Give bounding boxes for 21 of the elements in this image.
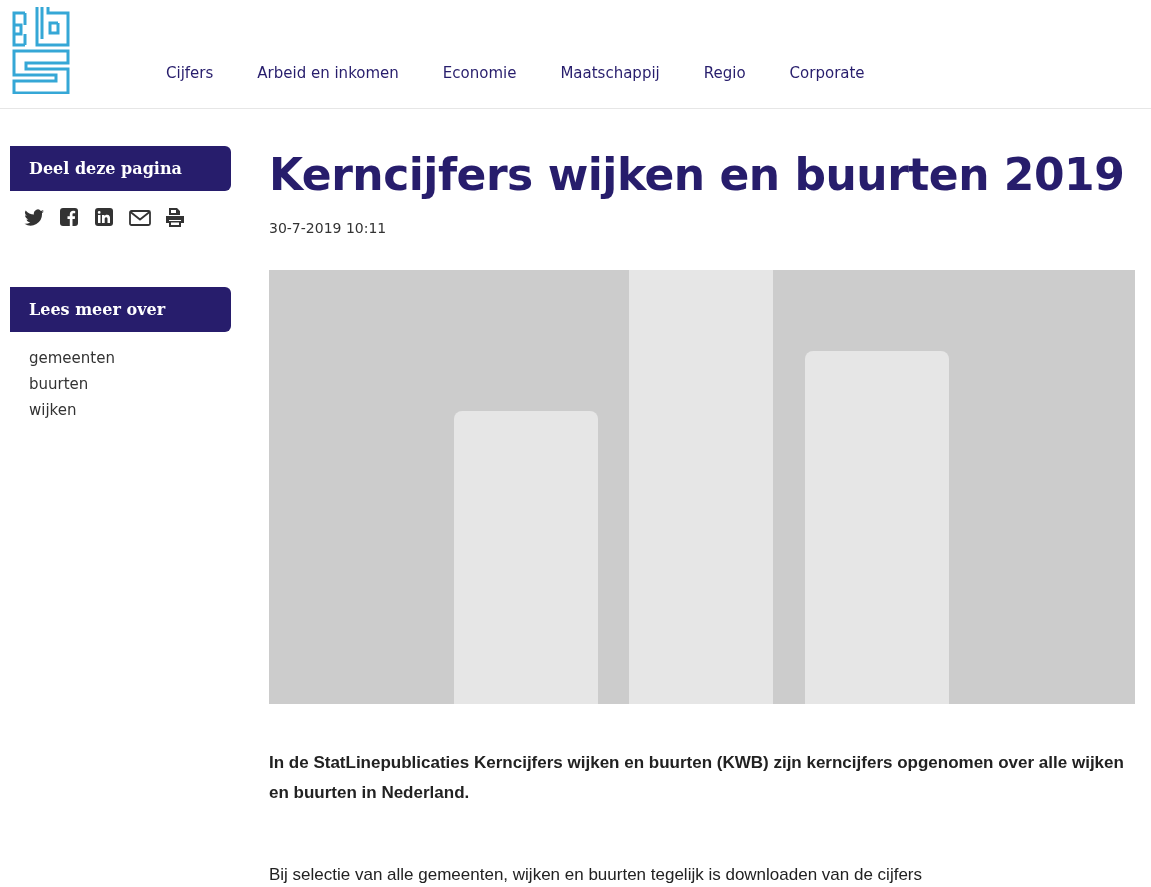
mail-icon[interactable] xyxy=(129,207,151,228)
topic-link[interactable]: gemeenten xyxy=(29,349,115,367)
facebook-icon[interactable] xyxy=(59,207,81,228)
logo[interactable] xyxy=(12,5,70,94)
nav-link[interactable]: Economie xyxy=(442,64,517,82)
topic-link[interactable]: wijken xyxy=(29,401,77,419)
topic-link[interactable]: buurten xyxy=(29,375,89,393)
share-heading: Deel deze pagina xyxy=(10,146,231,191)
read-more-heading: Lees meer over xyxy=(10,287,231,332)
linkedin-icon[interactable] xyxy=(94,207,116,228)
twitter-icon[interactable] xyxy=(24,207,46,228)
nav-link[interactable]: Corporate xyxy=(789,64,865,82)
nav-link[interactable]: Arbeid en inkomen xyxy=(257,64,399,82)
body-paragraph: Bij selectie van alle gemeenten, wijken en buurten tegelijk is downloaden van de cijfers xyxy=(269,864,923,886)
nav-link[interactable]: Regio xyxy=(703,64,746,82)
nav-link[interactable]: Cijfers xyxy=(166,64,214,82)
nav-link[interactable]: Maatschappij xyxy=(560,64,660,82)
print-icon[interactable] xyxy=(164,207,186,228)
intro-paragraph: In de StatLinepublicaties Kerncijfers wijken en buurten (KWB) zijn kerncijfers opgenomen over alle wijken en buurten in Nederland. xyxy=(269,752,1125,804)
page-title: Kerncijfers wijken en buurten 2019 xyxy=(269,148,1126,202)
publication-date: 30-7-2019 10:11 xyxy=(269,220,388,236)
